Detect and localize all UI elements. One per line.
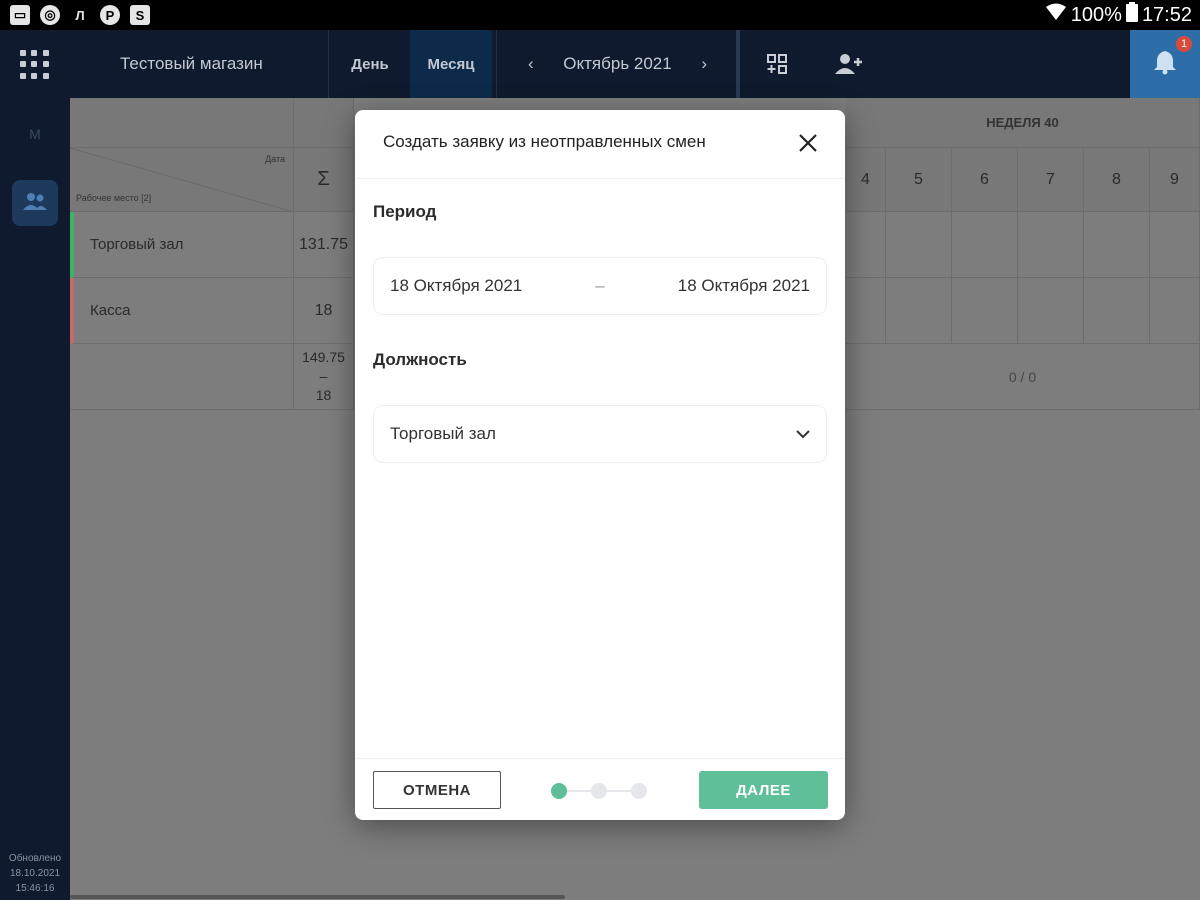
next-button[interactable]: ДАЛЕЕ [699, 771, 828, 809]
position-label: Должность [373, 350, 467, 369]
grid-header-blank [70, 98, 294, 148]
notification-badge: 1 [1176, 36, 1192, 52]
position-select[interactable]: Торговый зал [373, 405, 827, 463]
day-cell[interactable] [1084, 212, 1150, 278]
updated-info: Обновлено 18.10.2021 15:46:16 [0, 851, 70, 896]
day-cell[interactable] [846, 278, 886, 344]
period-field[interactable]: 18 Октября 2021 – 18 Октября 2021 [373, 257, 827, 315]
divider [736, 30, 740, 98]
totals-bottom: 18 [315, 387, 332, 403]
day-cell[interactable] [1150, 278, 1200, 344]
chrome-icon: ◎ [40, 5, 60, 25]
wifi-icon [1045, 2, 1067, 28]
day-cell[interactable] [846, 212, 886, 278]
date-from[interactable]: 18 Октября 2021 [390, 276, 522, 296]
close-icon[interactable] [793, 128, 823, 158]
divider [328, 30, 329, 98]
day-header: 8 [1084, 148, 1150, 212]
position-value: Торговый зал [390, 424, 496, 443]
updated-time: 15:46:16 [15, 883, 55, 894]
day-cell[interactable] [1018, 212, 1084, 278]
corner-date-label: Дата [265, 154, 285, 164]
tab-month[interactable]: Месяц [410, 30, 492, 98]
tab-day[interactable]: День [330, 30, 410, 98]
chat-icon: P [100, 5, 120, 25]
row-sum: 18 [294, 278, 354, 344]
updated-date: 18.10.2021 [9, 868, 61, 879]
step-dot [631, 783, 647, 799]
sidebar: М Обновлено 18.10.2021 15:46:16 [0, 98, 70, 900]
top-bar: Тестовый магазин День Месяц ‹ Октябрь 20… [0, 30, 1200, 98]
divider [496, 30, 497, 98]
sidebar-item-staff[interactable] [12, 180, 58, 226]
step-dot-active [551, 783, 567, 799]
people-icon [22, 191, 48, 216]
sidebar-item-m[interactable]: М [0, 126, 70, 142]
clock: 17:52 [1141, 3, 1192, 26]
chevron-left-icon[interactable]: ‹ [528, 54, 534, 74]
day-cell[interactable] [886, 278, 952, 344]
dialog-footer: ОТМЕНА ДАЛЕЕ [355, 758, 845, 820]
day-header: 7 [1018, 148, 1084, 212]
grid-header-blank [294, 98, 354, 148]
dialog-title: Создать заявку из неотправленных смен [383, 132, 706, 151]
date-separator: – [595, 276, 605, 295]
day-cell[interactable] [886, 212, 952, 278]
row-name[interactable]: Торговый зал [70, 212, 294, 278]
day-cell[interactable] [1084, 278, 1150, 344]
period-label: Период [373, 202, 437, 221]
shield-icon: S [130, 5, 150, 25]
horizontal-scrollbar[interactable] [70, 895, 565, 899]
day-header: 9 [1150, 148, 1200, 212]
corner-workplace-label: Рабочее место [2] [76, 193, 152, 203]
apps-grid-icon[interactable] [20, 50, 50, 80]
battery-percent: 100% [1070, 3, 1122, 26]
date-to[interactable]: 18 Октября 2021 [678, 276, 810, 296]
battery-icon [1125, 2, 1138, 28]
day-header: 6 [952, 148, 1018, 212]
step-indicator [551, 783, 651, 799]
month-label: Октябрь 2021 [563, 54, 672, 73]
day-cell[interactable] [952, 278, 1018, 344]
row-sum: 131.75 [294, 212, 354, 278]
add-user-icon[interactable] [814, 30, 884, 98]
sum-header: Σ [294, 148, 354, 212]
cancel-button[interactable]: ОТМЕНА [373, 771, 501, 809]
day-cell[interactable] [952, 212, 1018, 278]
status-right: 100% 17:52 [1045, 2, 1200, 28]
dialog-header: Создать заявку из неотправленных смен [355, 110, 845, 179]
status-icons: ▭ ◎ Л P S [0, 5, 150, 25]
store-name[interactable]: Тестовый магазин [120, 54, 263, 74]
month-navigator: ‹ Октябрь 2021 › [500, 30, 735, 98]
app-icon: Л [75, 7, 85, 23]
totals-dash: – [319, 368, 328, 384]
step-dot [591, 783, 607, 799]
day-header: 4 [846, 148, 886, 212]
week-label: НЕДЕЛЯ 40 [846, 98, 1200, 148]
day-cell[interactable] [1018, 278, 1084, 344]
totals-sum: 149.75 – 18 [294, 344, 354, 410]
add-shift-grid-icon[interactable] [742, 30, 812, 98]
gallery-icon: ▭ [10, 5, 30, 25]
totals-top: 149.75 [302, 349, 345, 365]
chevron-right-icon[interactable]: › [701, 54, 707, 74]
day-header: 5 [886, 148, 952, 212]
totals-blank [70, 344, 294, 410]
grid-corner: Дата Рабочее место [2] [70, 148, 294, 212]
day-cell[interactable] [1150, 212, 1200, 278]
bell-icon [1153, 49, 1177, 80]
create-request-dialog: Создать заявку из неотправленных смен Пе… [355, 110, 845, 820]
status-bar: ▭ ◎ Л P S 100% 17:52 [0, 0, 1200, 30]
row-name[interactable]: Касса [70, 278, 294, 344]
updated-label: Обновлено [8, 853, 62, 864]
totals-ratio: 0 / 0 [846, 344, 1200, 410]
chevron-down-icon [796, 424, 810, 444]
